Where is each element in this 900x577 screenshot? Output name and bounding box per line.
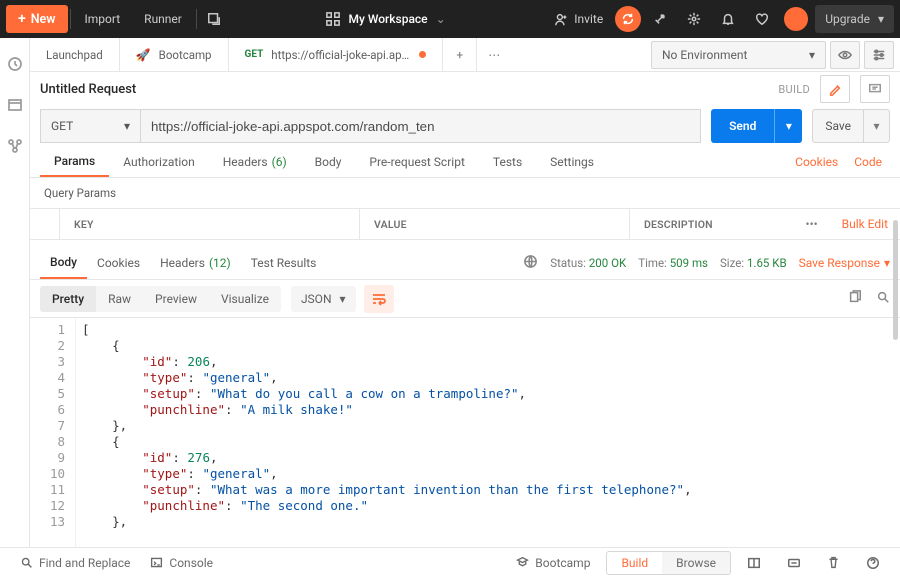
mode-build[interactable]: Build <box>607 552 662 574</box>
resp-tab-cookies[interactable]: Cookies <box>87 246 150 279</box>
save-response-button[interactable]: Save Response ▾ <box>799 256 890 270</box>
tab-authorization[interactable]: Authorization <box>109 146 209 177</box>
chevron-down-icon: ▾ <box>809 48 815 62</box>
chevron-down-icon: ▾ <box>878 12 884 26</box>
console-button[interactable]: Console <box>140 556 223 570</box>
avatar[interactable] <box>781 4 811 34</box>
history-icon[interactable] <box>7 56 23 75</box>
tab-bootcamp[interactable]: 🚀Bootcamp <box>120 38 229 71</box>
runner-button[interactable]: Runner <box>132 5 194 33</box>
view-preview[interactable]: Preview <box>143 286 209 312</box>
notifications-icon[interactable] <box>713 4 743 34</box>
new-window-icon[interactable] <box>199 4 229 34</box>
network-icon[interactable] <box>523 254 538 272</box>
import-button[interactable]: Import <box>73 5 133 33</box>
env-manage-icon[interactable] <box>864 41 894 69</box>
edit-icon[interactable] <box>820 75 850 103</box>
tab-params[interactable]: Params <box>40 146 109 177</box>
workspace-selector[interactable]: My Workspace ⌄ <box>326 12 445 26</box>
workspace-name: My Workspace <box>348 12 427 26</box>
tab-launchpad[interactable]: Launchpad <box>30 38 120 71</box>
params-more-icon[interactable]: ••• <box>794 217 830 231</box>
chevron-down-icon: ▾ <box>124 119 130 133</box>
search-icon[interactable] <box>876 290 890 307</box>
satellite-icon[interactable] <box>645 4 675 34</box>
heart-icon[interactable] <box>747 4 777 34</box>
view-visualize[interactable]: Visualize <box>209 286 281 312</box>
mode-browse[interactable]: Browse <box>662 552 730 574</box>
workspace-icon <box>326 12 340 26</box>
save-button[interactable]: Save <box>813 119 863 133</box>
invite-button[interactable]: Invite <box>543 5 615 33</box>
time-value: 509 ms <box>670 256 708 270</box>
shortcuts-icon[interactable] <box>777 556 811 570</box>
new-button[interactable]: +New <box>6 5 68 33</box>
bootcamp-button[interactable]: Bootcamp <box>506 556 600 570</box>
left-rail <box>0 38 30 547</box>
scrollbar[interactable] <box>893 220 898 340</box>
unsaved-dot-icon <box>419 51 426 58</box>
upgrade-button[interactable]: Upgrade▾ <box>815 5 894 33</box>
col-description: DESCRIPTION <box>630 209 794 239</box>
chevron-down-icon: ⌄ <box>436 12 446 26</box>
help-icon[interactable] <box>856 556 890 570</box>
apis-icon[interactable] <box>7 138 23 157</box>
query-params-title: Query Params <box>30 178 900 208</box>
col-value: VALUE <box>360 209 630 239</box>
topbar: +New Import Runner My Workspace ⌄ Invite… <box>0 0 900 38</box>
tab-overflow-button[interactable]: ⋯ <box>477 38 511 71</box>
cookies-link[interactable]: Cookies <box>787 155 846 169</box>
two-pane-icon[interactable] <box>737 556 771 570</box>
tab-request-active[interactable]: GET https://official-joke-api.app... <box>229 38 444 71</box>
request-title[interactable]: Untitled Request <box>40 82 136 97</box>
status-value: 200 OK <box>589 256 626 270</box>
bulk-edit-link[interactable]: Bulk Edit <box>830 217 900 231</box>
collections-icon[interactable] <box>7 97 23 116</box>
send-dropdown[interactable]: ▾ <box>774 109 802 143</box>
find-replace-button[interactable]: Find and Replace <box>10 556 140 570</box>
save-dropdown[interactable]: ▾ <box>863 110 889 142</box>
comments-icon[interactable] <box>860 75 890 103</box>
tab-url: https://official-joke-api.app... <box>271 48 411 62</box>
mode-toggle[interactable]: BuildBrowse <box>606 551 731 575</box>
view-raw[interactable]: Raw <box>96 286 143 312</box>
response-body-viewer[interactable]: 12345678910111213 [ { "id": 206, "type":… <box>30 318 900 547</box>
status-bar: Find and Replace Console Bootcamp BuildB… <box>0 547 900 577</box>
sync-icon[interactable] <box>615 6 641 32</box>
size-value: 1.65 KB <box>747 256 787 270</box>
tab-body[interactable]: Body <box>301 146 356 177</box>
query-params-table: KEY VALUE DESCRIPTION ••• Bulk Edit <box>30 208 900 240</box>
new-tab-button[interactable]: + <box>443 38 477 71</box>
env-quicklook-icon[interactable] <box>830 41 860 69</box>
settings-icon[interactable] <box>679 4 709 34</box>
chevron-down-icon: ▾ <box>340 292 346 306</box>
environment-selector[interactable]: No Environment▾ <box>651 41 826 69</box>
trash-icon[interactable] <box>817 556 850 569</box>
resp-tab-body[interactable]: Body <box>40 246 87 279</box>
wrap-lines-icon[interactable] <box>364 285 394 313</box>
tab-method: GET <box>245 49 264 60</box>
code-link[interactable]: Code <box>846 155 890 169</box>
http-method-selector[interactable]: GET▾ <box>40 109 140 143</box>
resp-tab-testresults[interactable]: Test Results <box>241 246 327 279</box>
tab-headers[interactable]: Headers (6) <box>209 146 301 177</box>
url-input[interactable] <box>140 109 701 143</box>
tab-prerequest[interactable]: Pre-request Script <box>355 146 478 177</box>
view-pretty[interactable]: Pretty <box>40 286 96 312</box>
person-plus-icon <box>555 13 568 26</box>
format-selector[interactable]: JSON▾ <box>291 286 356 312</box>
col-key: KEY <box>60 209 360 239</box>
copy-icon[interactable] <box>848 290 862 307</box>
resp-tab-headers[interactable]: Headers (12) <box>150 246 241 279</box>
build-label: BUILD <box>778 83 810 96</box>
tab-settings[interactable]: Settings <box>536 146 608 177</box>
plus-icon: + <box>18 12 26 26</box>
rocket-icon: 🚀 <box>136 48 151 62</box>
tab-tests[interactable]: Tests <box>479 146 536 177</box>
send-button[interactable]: Send▾ <box>711 109 802 143</box>
